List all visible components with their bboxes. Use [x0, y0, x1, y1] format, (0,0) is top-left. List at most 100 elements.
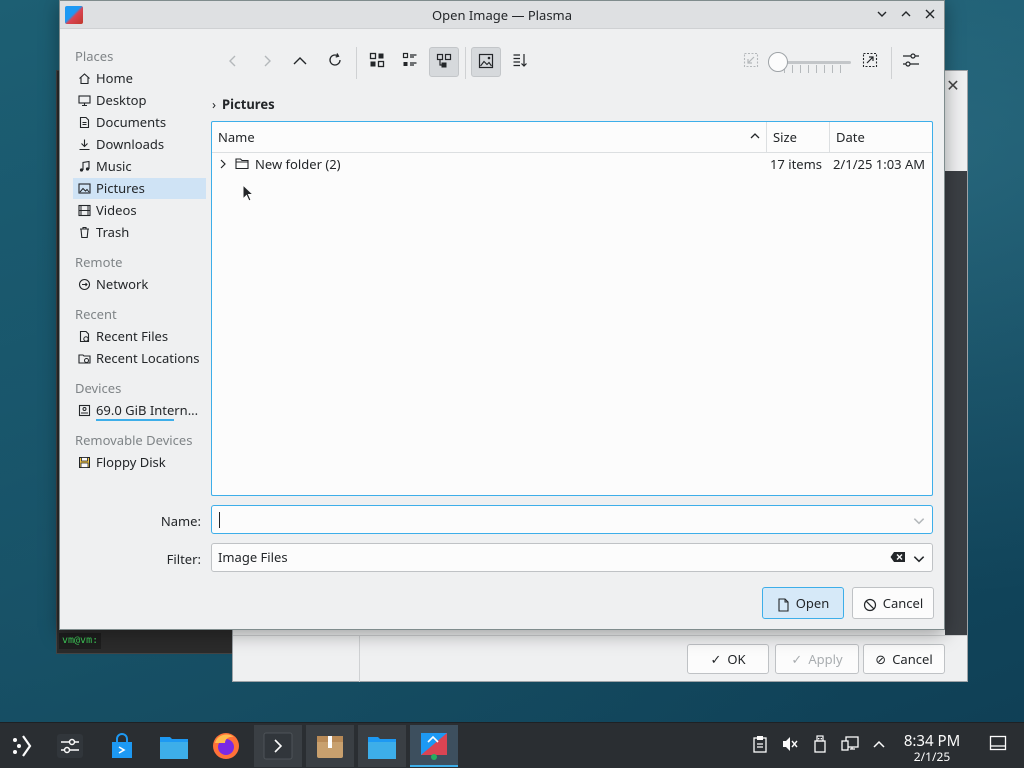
parent-folder-button[interactable]	[286, 47, 314, 77]
cancel-button[interactable]: ⊘ Cancel	[863, 644, 945, 674]
sort-icon	[513, 54, 527, 67]
volume-muted-icon[interactable]	[780, 735, 800, 757]
chevron-left-icon	[229, 55, 236, 67]
sidebar-item-trash[interactable]: Trash	[73, 222, 206, 243]
sidebar-item-floppy-disk[interactable]: Floppy Disk	[73, 452, 206, 473]
mouse-pointer-icon	[242, 184, 255, 202]
sidebar-item-music[interactable]: Music	[73, 156, 206, 177]
apply-button[interactable]: ✓ Apply	[775, 644, 859, 674]
column-header-label: Date	[836, 128, 865, 146]
clear-text-icon[interactable]	[890, 551, 906, 563]
sidebar-item-pictures[interactable]: Pictures	[73, 178, 206, 199]
ok-button[interactable]: ✓ OK	[687, 644, 769, 674]
grid-view-icon	[369, 52, 385, 68]
show-desktop-icon[interactable]	[988, 735, 1008, 757]
file-size: 17 items	[770, 155, 823, 173]
column-header-label: Size	[773, 128, 797, 146]
taskbar-system-settings[interactable]	[46, 725, 94, 767]
taskbar	[0, 722, 1024, 768]
details-view-button[interactable]	[429, 47, 459, 77]
options-button[interactable]	[897, 47, 925, 77]
folder-icon	[235, 158, 249, 170]
sidebar-item-recent-locations[interactable]: Recent Locations	[73, 348, 206, 369]
sidebar-item-desktop[interactable]: Desktop	[73, 90, 206, 111]
chevron-right-icon: ›	[212, 95, 217, 113]
taskbar-archive-manager[interactable]	[306, 725, 354, 767]
application-launcher[interactable]	[0, 725, 48, 767]
column-header-date[interactable]: Date	[830, 122, 934, 152]
sidebar-item-recent-files[interactable]: Recent Files	[73, 326, 206, 347]
sliders-icon	[903, 53, 919, 67]
background-dialog-button-row: ✓ OK ✓ Apply ⊘ Cancel	[233, 635, 967, 682]
forward-button[interactable]	[253, 47, 281, 77]
table-row[interactable]: New folder (2) 17 items 2/1/25 1:03 AM	[212, 153, 932, 175]
open-button[interactable]: Open	[762, 587, 844, 619]
launcher-icon	[13, 735, 32, 757]
sidebar-item-internal-drive[interactable]: 69.0 GiB Intern...	[73, 400, 206, 421]
taskbar-discover[interactable]	[98, 725, 146, 767]
column-header-name[interactable]: Name	[212, 122, 767, 152]
chevron-right-icon	[264, 55, 271, 67]
taskbar-image-app[interactable]	[410, 725, 458, 767]
taskbar-file-manager-window[interactable]	[358, 725, 406, 767]
sidebar-item-label: Pictures	[96, 179, 145, 197]
sidebar-item-label: Videos	[96, 201, 137, 219]
cancel-label: Cancel	[882, 594, 924, 612]
back-button[interactable]	[219, 47, 247, 77]
sidebar-item-downloads[interactable]: Downloads	[73, 134, 206, 155]
zoom-in-button[interactable]	[856, 47, 884, 77]
name-input[interactable]	[211, 505, 933, 534]
maximize-button[interactable]	[896, 5, 916, 25]
firefox-icon	[213, 733, 239, 759]
chevron-down-icon	[877, 11, 887, 17]
taskbar-file-manager[interactable]	[150, 725, 198, 767]
network-wired-icon[interactable]	[840, 735, 860, 757]
recent-locations-icon	[78, 354, 91, 364]
download-icon	[79, 139, 90, 151]
folder-icon	[368, 737, 396, 759]
usb-device-icon	[814, 735, 826, 753]
icons-view-button[interactable]	[363, 47, 391, 77]
taskbar-firefox[interactable]	[202, 725, 250, 767]
reload-button[interactable]	[321, 47, 349, 77]
cancel-button[interactable]: Cancel	[852, 587, 934, 619]
recent-section-title: Recent	[75, 305, 117, 323]
music-icon	[79, 160, 90, 172]
file-list-view[interactable]: Name Size Date New folder (2) 17 items 2…	[211, 121, 933, 496]
sidebar-item-videos[interactable]: Videos	[73, 200, 206, 221]
column-header-size[interactable]: Size	[767, 122, 829, 152]
clipboard-icon[interactable]	[750, 735, 770, 757]
system-tray-expand-icon[interactable]	[869, 735, 889, 757]
filter-combobox[interactable]: Image Files	[211, 543, 933, 572]
taskbar-terminal[interactable]	[254, 725, 302, 767]
check-icon: ✓	[791, 650, 803, 668]
close-icon[interactable]: ✕	[943, 75, 963, 95]
cancel-label: Cancel	[892, 650, 933, 668]
places-section-title: Places	[75, 47, 114, 65]
sidebar-item-documents[interactable]: Documents	[73, 112, 206, 133]
zoom-slider-handle[interactable]	[768, 52, 788, 72]
clock-date[interactable]: 2/1/25	[894, 748, 970, 765]
image-preview-icon	[478, 53, 494, 69]
desktop-icon	[78, 95, 91, 107]
title-bar[interactable]: Open Image — Plasma	[60, 1, 944, 29]
usb-device-icon[interactable]	[810, 735, 830, 757]
minimize-button[interactable]	[872, 5, 892, 25]
compact-view-button[interactable]	[396, 47, 424, 77]
chevron-down-icon[interactable]	[912, 550, 926, 568]
close-button[interactable]	[920, 5, 940, 25]
file-date: 2/1/25 1:03 AM	[833, 155, 926, 173]
sidebar-item-label: Trash	[96, 223, 130, 241]
breadcrumb[interactable]: › Pictures	[212, 93, 275, 115]
tree-view-icon	[436, 53, 452, 68]
sort-button[interactable]	[506, 47, 534, 77]
sidebar-item-network[interactable]: Network	[73, 274, 206, 295]
expand-chevron-icon[interactable]	[218, 159, 228, 169]
preview-toggle-button[interactable]	[471, 47, 501, 77]
chevron-down-icon[interactable]	[912, 512, 926, 530]
divider	[359, 636, 360, 682]
package-icon	[317, 736, 343, 758]
zoom-out-button[interactable]	[737, 47, 765, 77]
sidebar-item-home[interactable]: Home	[73, 68, 206, 89]
videos-icon	[78, 204, 91, 217]
